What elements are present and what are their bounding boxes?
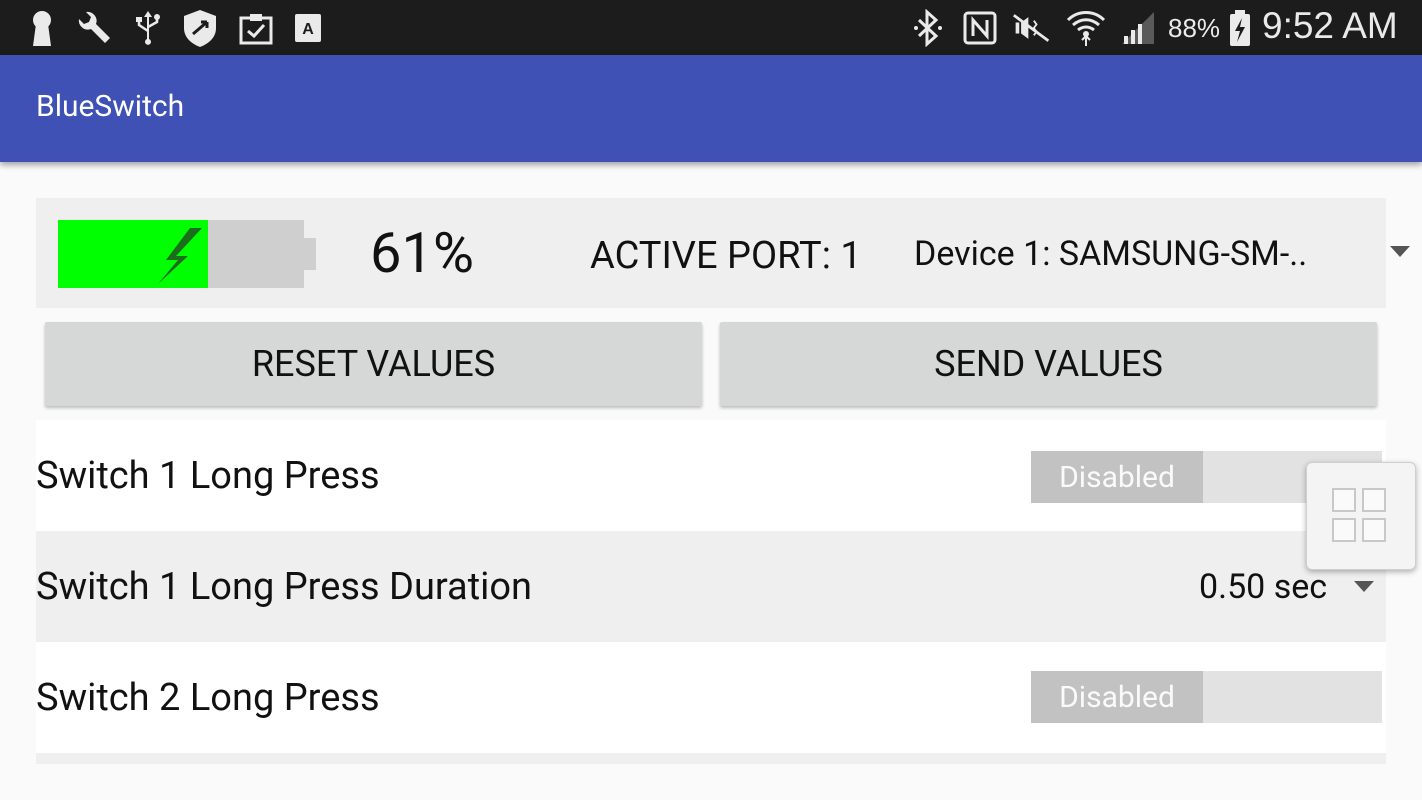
reset-values-button[interactable]: RESET VALUES bbox=[45, 322, 702, 406]
setting-label: Switch 1 Long Press Duration bbox=[36, 565, 533, 609]
lightning-bolt-icon bbox=[158, 228, 202, 284]
grid-icon bbox=[1332, 488, 1356, 512]
list-divider bbox=[36, 753, 1386, 764]
keyhole-icon bbox=[22, 8, 62, 48]
wrench-icon bbox=[74, 8, 114, 48]
font-a-icon: A bbox=[288, 8, 328, 48]
toggle-state-label: Disabled bbox=[1031, 451, 1203, 503]
setting-row-switch1-long-press: Switch 1 Long Press Disabled bbox=[36, 420, 1386, 531]
setting-label: Switch 2 Long Press bbox=[36, 676, 380, 720]
duration-dropdown-value: 0.50 sec bbox=[1199, 567, 1328, 607]
device-dropdown-value: Device 1: SAMSUNG-SM-.. bbox=[914, 234, 1308, 274]
switch2-long-press-toggle[interactable]: Disabled bbox=[1031, 671, 1382, 723]
battery-percent-text: 88% bbox=[1168, 13, 1221, 43]
setting-row-switch1-duration: Switch 1 Long Press Duration 0.50 sec bbox=[36, 531, 1386, 642]
battery-charging-icon bbox=[1220, 8, 1260, 48]
send-values-button[interactable]: SEND VALUES bbox=[720, 322, 1377, 406]
floating-grid-button[interactable] bbox=[1306, 462, 1416, 570]
mute-icon bbox=[1012, 8, 1052, 48]
device-battery-percent: 61% bbox=[370, 220, 474, 286]
battery-body bbox=[58, 220, 304, 288]
setting-row-switch2-long-press: Switch 2 Long Press Disabled bbox=[36, 642, 1386, 753]
setting-label: Switch 1 Long Press bbox=[36, 454, 380, 498]
dropdown-arrow-icon bbox=[1354, 581, 1374, 592]
shield-icon bbox=[180, 8, 220, 48]
wifi-icon bbox=[1066, 8, 1106, 48]
dropdown-arrow-icon bbox=[1390, 246, 1410, 257]
svg-text:A: A bbox=[302, 21, 314, 38]
battery-cap bbox=[304, 238, 316, 270]
grid-icon-cell bbox=[1332, 518, 1356, 542]
device-dropdown[interactable]: Device 1: SAMSUNG-SM-.. bbox=[914, 234, 1410, 278]
app-title: BlueSwitch bbox=[36, 89, 185, 124]
signal-icon bbox=[1118, 8, 1158, 48]
grid-icon-cell bbox=[1362, 518, 1386, 542]
clock: 9:52 AM bbox=[1262, 5, 1398, 46]
status-bar: A 88% 9:52 AM bbox=[0, 0, 1422, 55]
usb-icon bbox=[128, 8, 168, 48]
active-port-label: ACTIVE PORT: 1 bbox=[590, 234, 862, 278]
nfc-icon bbox=[960, 8, 1000, 48]
device-header: 61% ACTIVE PORT: 1 Device 1: SAMSUNG-SM-… bbox=[36, 198, 1410, 308]
toggle-state-label: Disabled bbox=[1031, 671, 1203, 723]
device-battery-indicator bbox=[58, 220, 318, 288]
app-bar: BlueSwitch bbox=[0, 55, 1422, 162]
grid-icon-cell bbox=[1362, 488, 1386, 512]
bluetooth-icon bbox=[908, 8, 948, 48]
clipboard-check-icon bbox=[236, 8, 276, 48]
